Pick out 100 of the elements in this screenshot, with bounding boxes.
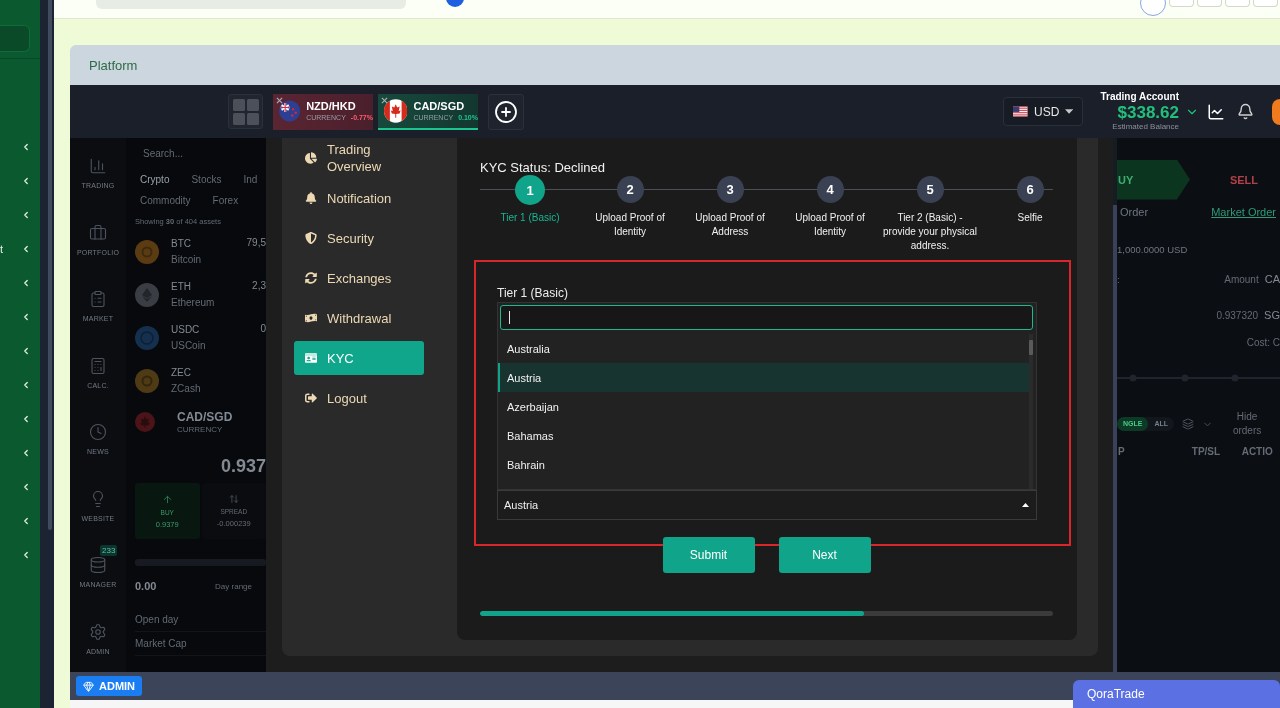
clock-icon[interactable] <box>89 423 107 442</box>
step-number[interactable]: 6 <box>1016 176 1044 203</box>
step-number[interactable]: 3 <box>716 176 744 203</box>
calculator-icon[interactable] <box>89 356 107 375</box>
account-balance: $338.62 <box>1117 103 1179 122</box>
column-header: ACTIO <box>1241 446 1274 457</box>
side-tab[interactable]: UY <box>1117 159 1190 200</box>
chevron-left-icon[interactable] <box>21 482 31 492</box>
asset-name: USCoin <box>171 340 206 351</box>
chevron-left-icon[interactable] <box>21 516 31 526</box>
bar-chart-icon[interactable] <box>89 157 107 176</box>
chevron-left-icon[interactable] <box>21 550 31 560</box>
toolbar-button[interactable] <box>1169 0 1194 7</box>
toolbar-button[interactable] <box>1197 0 1222 7</box>
asset-symbol: USDC <box>171 324 201 335</box>
hide-orders-label[interactable]: Hide orders <box>1227 410 1268 438</box>
asset-name: ZCash <box>171 383 201 394</box>
dropdown-option[interactable]: Australia <box>498 334 1029 363</box>
chevron-left-icon[interactable] <box>21 380 31 390</box>
dropdown-option[interactable]: Bahrain <box>498 450 1029 479</box>
menu-item[interactable]: Security <box>294 221 424 255</box>
scrollbar-thumb[interactable] <box>48 0 52 530</box>
admin-button[interactable]: ADMIN <box>76 676 143 696</box>
sidebar-block[interactable] <box>0 25 30 52</box>
chevron-left-icon[interactable] <box>21 448 31 458</box>
pie-chart-icon <box>305 152 317 164</box>
asset-price: 2,3 <box>252 280 266 291</box>
currency-select[interactable]: USD <box>1003 97 1084 126</box>
step-label: Selfie <box>1016 211 1044 225</box>
order-type-tab[interactable]: Market Order <box>1211 206 1280 218</box>
next-button[interactable]: Next <box>778 537 871 573</box>
grid-button[interactable] <box>228 94 263 129</box>
amount-currency: CA <box>1264 273 1280 285</box>
search-field[interactable]: Search... <box>135 143 266 163</box>
clipboard-icon[interactable] <box>89 290 107 309</box>
country-select[interactable]: Austria <box>497 490 1037 520</box>
menu-item[interactable]: Notification <box>294 181 424 215</box>
step-number[interactable]: 1 <box>515 175 545 205</box>
search-field[interactable] <box>500 305 1033 330</box>
card-title: Platform <box>89 57 138 73</box>
chevron-left-icon[interactable] <box>21 312 31 322</box>
dropdown-option[interactable]: Azerbaijan <box>498 392 1029 421</box>
flag-icon <box>279 98 301 123</box>
step-label: Upload Proof of Identity <box>794 211 866 239</box>
side-tab[interactable]: SELL <box>1225 159 1262 200</box>
chevron-left-icon[interactable] <box>21 346 31 356</box>
slider-track[interactable] <box>1117 374 1280 382</box>
category-tab[interactable]: Stocks <box>186 169 227 190</box>
submit-button[interactable]: Submit <box>662 537 755 573</box>
close-icon[interactable] <box>381 96 388 104</box>
instrument-price: 0.937 <box>220 456 266 477</box>
step-label: Upload Proof of Address <box>694 211 766 239</box>
arrow-up-icon <box>161 493 173 505</box>
add-button[interactable] <box>488 93 524 130</box>
chevron-left-icon[interactable] <box>21 176 31 186</box>
scrollbar-thumb[interactable] <box>1029 340 1033 355</box>
chevron-left-icon[interactable] <box>21 142 31 152</box>
asset-price: 79,5 <box>246 237 266 248</box>
menu-item[interactable]: Exchanges <box>294 261 424 295</box>
briefcase-icon[interactable] <box>89 223 107 242</box>
menu-item[interactable]: Trading Overview <box>294 141 424 175</box>
asset-symbol: ETH <box>171 281 192 292</box>
chat-launcher[interactable]: QoraTrade <box>1073 680 1280 708</box>
chart-line-icon[interactable] <box>1207 102 1225 121</box>
step-number[interactable]: 5 <box>916 176 944 203</box>
category-tab[interactable]: Ind <box>238 169 263 190</box>
menu-item[interactable]: KYC <box>294 341 424 375</box>
order-type-tab[interactable]: Order <box>1120 206 1149 218</box>
layers-icon[interactable] <box>1182 418 1195 430</box>
close-icon[interactable] <box>276 96 283 104</box>
account-title: Trading Account <box>1100 91 1179 103</box>
asset-price: 0 <box>260 323 266 334</box>
avatar[interactable] <box>1272 98 1280 125</box>
toolbar-button[interactable] <box>1225 0 1250 7</box>
banknote-icon <box>305 312 317 324</box>
chevron-left-icon[interactable] <box>21 414 31 424</box>
chevron-left-icon[interactable] <box>21 210 31 220</box>
caret-down-icon <box>1065 109 1074 114</box>
dropdown-option[interactable]: Austria <box>498 363 1029 392</box>
menu-item[interactable]: Withdrawal <box>294 301 424 335</box>
chevron-left-icon[interactable] <box>21 278 31 288</box>
step-number[interactable]: 2 <box>616 176 644 203</box>
category-tab[interactable]: Crypto <box>135 169 175 190</box>
cost-text: Cost: C <box>1246 337 1280 348</box>
category-tab[interactable]: Forex <box>207 190 244 211</box>
bell-icon <box>305 192 317 204</box>
column-header: TP/SL <box>1191 446 1222 457</box>
step-number[interactable]: 4 <box>816 176 844 203</box>
chevron-left-icon[interactable] <box>21 244 31 254</box>
tab-symbol: NZD/HKD <box>306 100 357 113</box>
category-tab[interactable]: Commodity <box>135 190 196 211</box>
bell-icon[interactable] <box>1237 103 1254 120</box>
dropdown-option[interactable]: Bahamas <box>498 421 1029 450</box>
field-prefix: : <box>1117 273 1120 285</box>
menu-item[interactable]: Logout <box>294 381 424 415</box>
scrollbar-thumb[interactable] <box>1113 205 1117 672</box>
toolbar-button[interactable] <box>1253 0 1278 7</box>
database-icon[interactable] <box>89 556 107 575</box>
day-range-label: Day range <box>215 581 252 591</box>
gear-icon[interactable] <box>89 622 107 641</box>
